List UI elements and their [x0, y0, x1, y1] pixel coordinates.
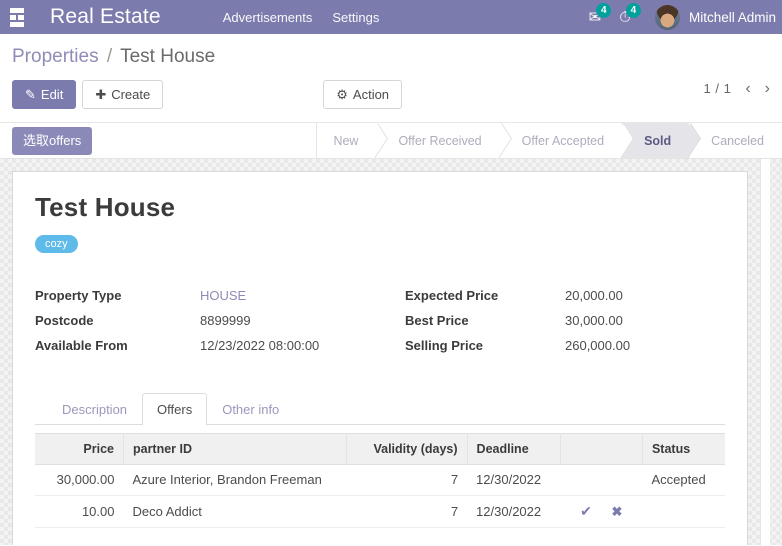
cell-deadline: 12/30/2022 — [467, 464, 561, 496]
statusbar-step-offer-received[interactable]: Offer Received — [376, 123, 500, 159]
table-header-row: Price partner ID Validity (days) Deadlin… — [35, 432, 725, 465]
menu-advertisements[interactable]: Advertisements — [213, 6, 323, 29]
edit-button[interactable]: ✎ Edit — [12, 79, 77, 110]
edit-button-label: Edit — [40, 86, 64, 102]
apps-grid-icon[interactable] — [6, 6, 28, 28]
page-title: Test House — [35, 192, 176, 223]
breadcrumb-parent[interactable]: Properties — [12, 46, 99, 67]
field-expected-price: Expected Price 20,000.00 — [405, 288, 630, 303]
offers-table-body: 30,000.00 Azure Interior, Brandon Freema… — [35, 464, 725, 528]
field-column-right: Expected Price 20,000.00 Best Price 30,0… — [405, 288, 630, 353]
cell-price: 30,000.00 — [35, 464, 124, 496]
statusbar-step-new[interactable]: New — [317, 123, 377, 159]
tag-cozy[interactable]: cozy — [35, 235, 78, 254]
pager-previous-icon[interactable]: ‹ — [745, 80, 750, 97]
control-panel-buttons: ✎ Edit ✚ Create ⚙ Action 1 / 1 ‹ › — [12, 75, 770, 123]
field-property-type: Property Type HOUSE — [35, 288, 405, 303]
field-selling-price-label: Selling Price — [405, 338, 484, 354]
field-postcode-label: Postcode — [35, 313, 94, 329]
vertical-scrollbar[interactable] — [760, 159, 770, 546]
create-button[interactable]: ✚ Create — [82, 79, 164, 110]
form-sheet: Test House cozy Property Type HOUSE Post… — [12, 171, 748, 546]
check-icon[interactable]: ✔ — [580, 503, 608, 519]
field-expected-price-value: 20,000.00 — [565, 288, 623, 304]
tab-other-info[interactable]: Other info — [207, 393, 294, 425]
statusbar-buttons: 选取offers — [0, 123, 316, 158]
create-button-label: Create — [111, 86, 151, 102]
table-row[interactable]: 10.00 Deco Addict 7 12/30/2022 ✔ ✖ — [35, 495, 725, 528]
table-row[interactable]: 30,000.00 Azure Interior, Brandon Freema… — [35, 464, 725, 496]
breadcrumb-separator: / — [106, 46, 113, 67]
select-offers-button[interactable]: 选取offers — [12, 127, 93, 155]
tag-list: cozy — [35, 235, 725, 254]
offers-table-head: Price partner ID Validity (days) Deadlin… — [35, 432, 725, 465]
field-best-price: Best Price 30,000.00 — [405, 313, 630, 328]
field-available-from: Available From 12/23/2022 08:00:00 — [35, 338, 405, 353]
field-group: Property Type HOUSE Postcode 8899999 Ava… — [35, 288, 725, 353]
statusbar-step-canceled[interactable]: Canceled — [689, 123, 782, 159]
column-header-validity[interactable]: Validity (days) — [346, 432, 468, 465]
action-button[interactable]: ⚙ Action — [323, 79, 403, 110]
cell-partner: Azure Interior, Brandon Freeman — [123, 464, 347, 496]
status-badge: Accepted — [642, 464, 725, 496]
pencil-icon: ✎ — [25, 86, 36, 102]
messages-badge: 4 — [596, 3, 612, 18]
field-postcode-value: 8899999 — [200, 313, 251, 329]
app-brand-title[interactable]: Real Estate — [50, 5, 161, 29]
status-badge — [642, 495, 725, 528]
gear-icon: ⚙ — [336, 86, 348, 102]
plus-icon: ✚ — [95, 86, 107, 102]
form-background: Test House cozy Property Type HOUSE Post… — [0, 159, 782, 546]
cross-icon[interactable]: ✖ — [612, 504, 623, 519]
column-header-deadline[interactable]: Deadline — [467, 432, 561, 465]
breadcrumb-current: Test House — [120, 46, 216, 67]
check-icon[interactable] — [593, 472, 609, 488]
pager: 1 / 1 ‹ › — [703, 80, 770, 97]
user-menu-label[interactable]: Mitchell Admin — [689, 10, 778, 25]
offers-table: Price partner ID Validity (days) Deadlin… — [35, 432, 725, 528]
field-available-from-value: 12/23/2022 08:00:00 — [200, 338, 320, 354]
breadcrumb: Properties / Test House — [12, 34, 770, 75]
pager-value: 1 / 1 — [703, 81, 732, 97]
field-property-type-label: Property Type — [35, 288, 122, 304]
tab-offers[interactable]: Offers — [142, 393, 208, 425]
field-best-price-value: 30,000.00 — [565, 313, 623, 329]
systray: ✉ 4 ⏱ 4 Mitchell Admin — [585, 0, 778, 34]
notebook: Description Offers Other info Price part… — [35, 393, 725, 528]
field-column-left: Property Type HOUSE Postcode 8899999 Ava… — [35, 288, 405, 353]
cell-partner: Deco Addict — [123, 495, 347, 528]
activities-button[interactable]: ⏱ 4 — [615, 0, 643, 34]
tab-description[interactable]: Description — [47, 393, 142, 425]
cell-validity: 7 — [346, 495, 468, 528]
top-navbar: Real Estate Advertisements Settings ✉ 4 … — [0, 0, 782, 34]
cell-validity: 7 — [346, 464, 468, 496]
cell-actions: ✔ ✖ — [560, 495, 643, 528]
column-header-actions — [560, 432, 643, 465]
field-property-type-value[interactable]: HOUSE — [200, 288, 246, 303]
column-header-partner[interactable]: partner ID — [123, 432, 348, 465]
column-header-price[interactable]: Price — [35, 432, 124, 465]
statusbar-step-offer-accepted[interactable]: Offer Accepted — [499, 123, 623, 159]
field-expected-price-label: Expected Price — [405, 288, 499, 304]
statusbar-steps: New Offer Received Offer Accepted Sold C… — [316, 123, 782, 159]
messages-button[interactable]: ✉ 4 — [585, 0, 614, 34]
field-available-from-label: Available From — [35, 338, 128, 354]
field-selling-price: Selling Price 260,000.00 — [405, 338, 630, 353]
statusbar: 选取offers New Offer Received Offer Accept… — [0, 123, 782, 160]
offers-list: Price partner ID Validity (days) Deadlin… — [35, 432, 725, 528]
notebook-tabs: Description Offers Other info — [35, 393, 725, 425]
control-panel: Properties / Test House ✎ Edit ✚ Create … — [0, 34, 782, 124]
field-postcode: Postcode 8899999 — [35, 313, 405, 328]
field-selling-price-value: 260,000.00 — [565, 338, 631, 354]
field-best-price-label: Best Price — [405, 313, 469, 329]
cell-actions — [560, 464, 643, 496]
action-button-label: Action — [352, 86, 390, 102]
menu-settings[interactable]: Settings — [322, 6, 389, 29]
column-header-status[interactable]: Status — [642, 432, 725, 465]
activities-badge: 4 — [625, 3, 641, 18]
user-avatar[interactable] — [654, 4, 680, 30]
cell-price: 10.00 — [35, 495, 124, 528]
cell-deadline: 12/30/2022 — [467, 495, 561, 528]
pager-next-icon[interactable]: › — [765, 80, 770, 97]
